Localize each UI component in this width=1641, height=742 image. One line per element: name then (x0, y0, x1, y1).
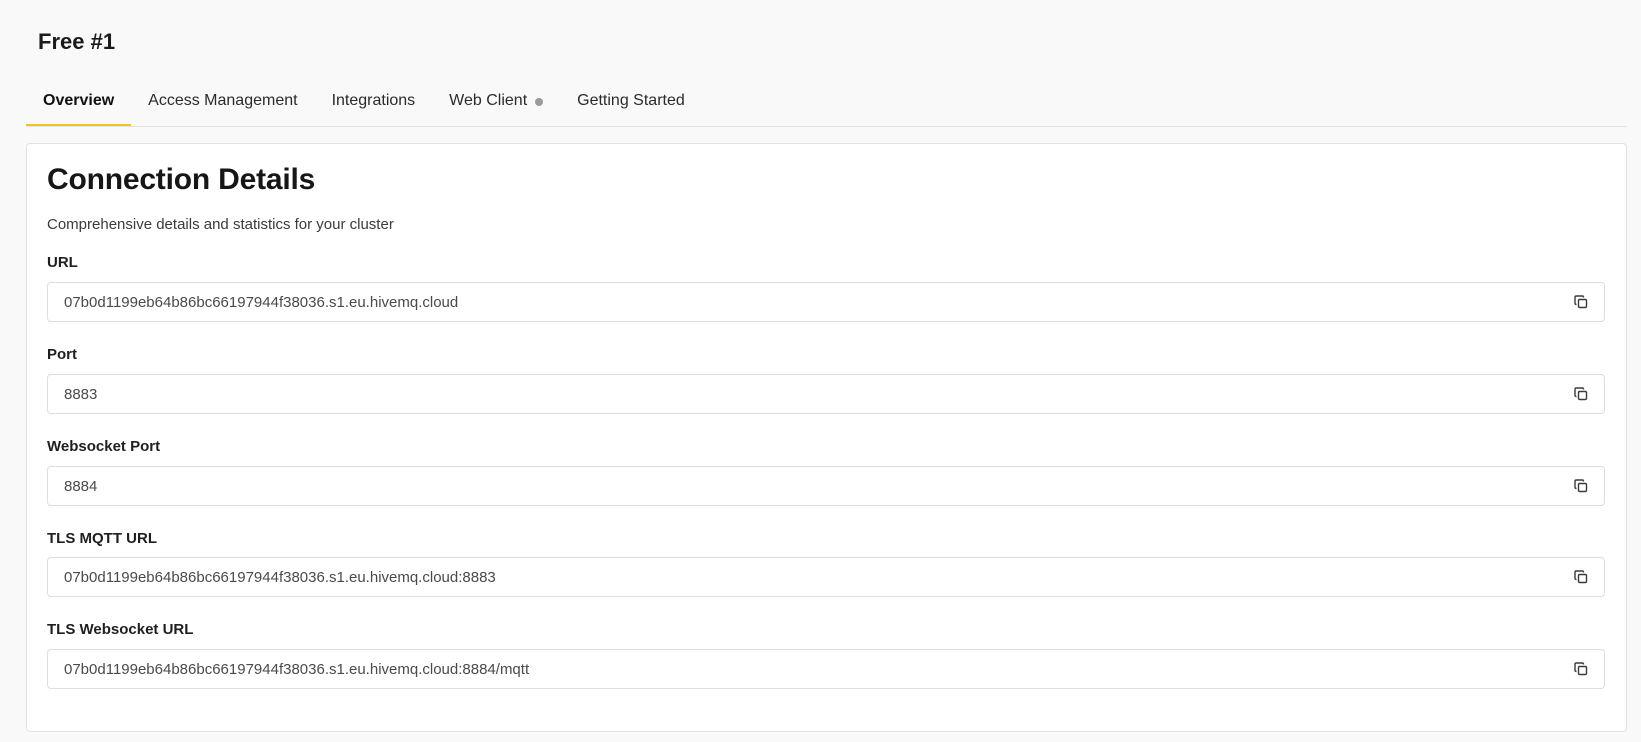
tab-web-client[interactable]: Web Client (432, 80, 560, 126)
page-title: Free #1 (38, 29, 116, 54)
tab-label: Web Client (449, 92, 528, 109)
tls-websocket-url-field[interactable]: 07b0d1199eb64b86bc66197944f38036.s1.eu.h… (47, 649, 1605, 689)
port-value[interactable]: 8883 (64, 386, 1572, 403)
copy-icon[interactable] (1572, 477, 1590, 495)
tls-mqtt-url-field[interactable]: 07b0d1199eb64b86bc66197944f38036.s1.eu.h… (47, 557, 1605, 597)
port-field[interactable]: 8883 (47, 374, 1605, 414)
port-label: Port (47, 346, 77, 363)
tls-mqtt-url-label: TLS MQTT URL (47, 530, 157, 547)
tab-getting-started[interactable]: Getting Started (560, 80, 702, 126)
tab-label: Integrations (331, 92, 416, 109)
tls-websocket-url-value[interactable]: 07b0d1199eb64b86bc66197944f38036.s1.eu.h… (64, 661, 1572, 678)
cluster-page: Free #1 Overview Access Management Integ… (0, 0, 1641, 742)
url-label: URL (47, 254, 78, 271)
copy-icon[interactable] (1572, 385, 1590, 403)
tab-label: Getting Started (577, 92, 685, 109)
tab-integrations[interactable]: Integrations (315, 80, 433, 126)
websocket-port-field[interactable]: 8884 (47, 466, 1605, 506)
tab-label: Overview (43, 92, 115, 109)
copy-icon[interactable] (1572, 293, 1590, 311)
url-value[interactable]: 07b0d1199eb64b86bc66197944f38036.s1.eu.h… (64, 294, 1572, 311)
tls-mqtt-url-value[interactable]: 07b0d1199eb64b86bc66197944f38036.s1.eu.h… (64, 569, 1572, 586)
websocket-port-value[interactable]: 8884 (64, 478, 1572, 495)
tab-overview[interactable]: Overview (26, 80, 132, 126)
card-title: Connection Details (47, 163, 316, 196)
tab-bar: Overview Access Management Integrations … (26, 80, 1627, 127)
copy-icon[interactable] (1572, 568, 1590, 586)
connection-details-card: Connection Details Comprehensive details… (26, 143, 1627, 732)
tab-access-management[interactable]: Access Management (131, 80, 314, 126)
status-dot-icon (535, 98, 544, 106)
copy-icon[interactable] (1572, 660, 1590, 678)
tab-label: Access Management (148, 92, 298, 109)
card-subtitle: Comprehensive details and statistics for… (47, 216, 394, 233)
url-field[interactable]: 07b0d1199eb64b86bc66197944f38036.s1.eu.h… (47, 282, 1605, 322)
tls-websocket-url-label: TLS Websocket URL (47, 621, 194, 638)
websocket-port-label: Websocket Port (47, 438, 161, 455)
